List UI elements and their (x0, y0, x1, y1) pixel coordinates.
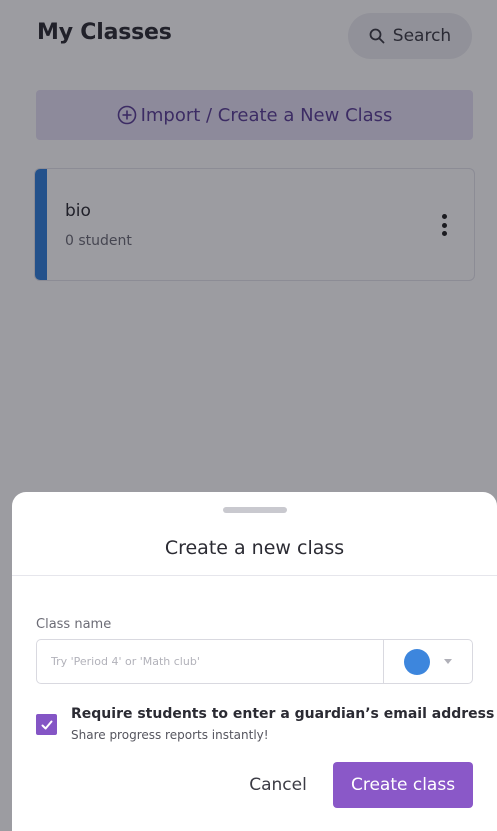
cancel-button[interactable]: Cancel (233, 762, 323, 808)
selected-color-swatch (404, 648, 430, 675)
sheet-drag-handle[interactable] (223, 507, 287, 513)
chevron-down-icon (444, 659, 452, 664)
guardian-email-checkbox[interactable] (36, 714, 57, 735)
sheet-title: Create a new class (164, 537, 345, 559)
class-name-label: Class name (36, 617, 112, 632)
guardian-email-checkbox-hint: Share progress reports instantly! (71, 728, 269, 742)
create-class-button[interactable]: Create class (333, 762, 473, 808)
checkmark-icon (40, 718, 54, 732)
guardian-email-checkbox-label: Require students to enter a guardian’s e… (71, 706, 495, 722)
create-class-sheet: Create a new class Class name Require st… (12, 492, 497, 831)
divider (12, 575, 497, 576)
color-picker[interactable] (383, 640, 472, 683)
class-name-field (36, 639, 473, 684)
class-name-input[interactable] (37, 640, 381, 683)
